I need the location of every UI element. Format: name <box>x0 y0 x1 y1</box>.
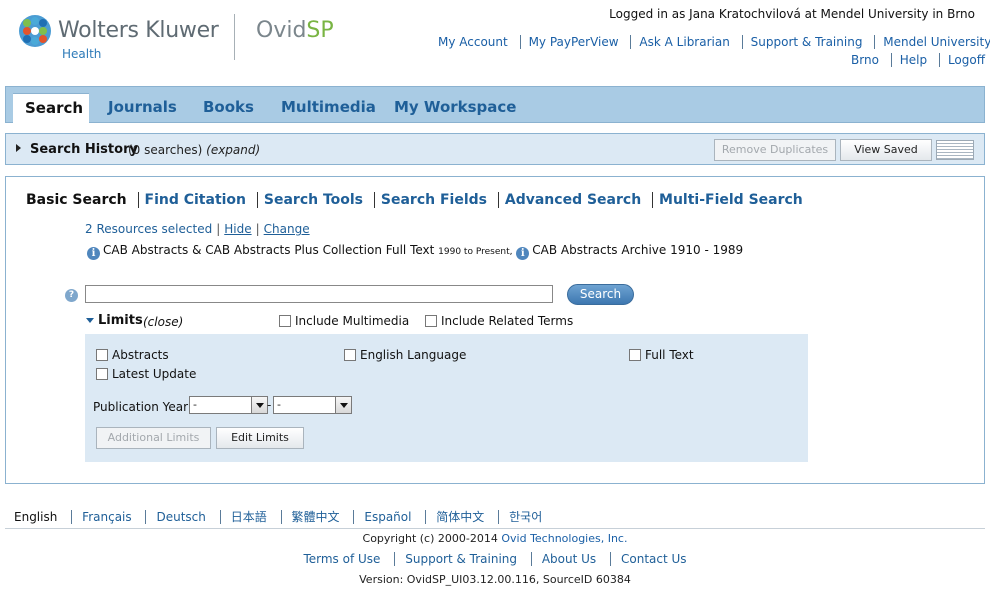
multi-field-search-link[interactable]: Multi-Field Search <box>652 192 809 208</box>
tab-multimedia[interactable]: Multimedia <box>269 93 388 124</box>
limits-panel: Abstracts English Language Full Text Lat… <box>85 334 808 462</box>
checkbox-icon[interactable] <box>344 349 356 361</box>
search-button[interactable]: Search <box>567 284 634 305</box>
advanced-search-link[interactable]: Advanced Search <box>497 192 648 208</box>
lang-english[interactable]: English <box>6 510 67 524</box>
dropdown-arrow-icon[interactable] <box>335 397 351 413</box>
main-tab-bar: Search Journals Books Multimedia My Work… <box>5 86 985 124</box>
view-saved-button[interactable]: View Saved <box>840 139 932 161</box>
hide-resources-link[interactable]: Hide <box>224 222 251 236</box>
abstracts-checkbox[interactable]: Abstracts <box>96 348 169 362</box>
publication-year-label: Publication Year <box>93 400 189 414</box>
full-text-checkbox[interactable]: Full Text <box>629 348 694 362</box>
search-history-count: (0 searches) (expand) <box>128 143 261 157</box>
checkbox-icon[interactable] <box>425 315 437 327</box>
lang-spanish[interactable]: Español <box>353 510 422 524</box>
info-icon[interactable]: i <box>516 247 530 260</box>
tab-journals[interactable]: Journals <box>96 93 189 124</box>
search-history-title[interactable]: Search History <box>30 142 138 157</box>
lang-traditional-chinese[interactable]: 繁體中文 <box>280 510 350 524</box>
support-training-link[interactable]: Support & Training <box>741 35 871 49</box>
about-us-link[interactable]: About Us <box>530 552 607 566</box>
dropdown-arrow-icon[interactable] <box>251 397 267 413</box>
lang-french[interactable]: Français <box>71 510 142 524</box>
wolters-kluwer-ovid-logo: Wolters Kluwer Health OvidSP <box>18 14 338 64</box>
top-links: My Account My PayPerView Ask A Librarian… <box>430 33 990 69</box>
basic-search-panel: Basic Search Find Citation Search Tools … <box>5 176 985 484</box>
my-payperview-link[interactable]: My PayPerView <box>519 35 627 49</box>
publication-year-to-select[interactable]: - <box>273 396 352 414</box>
brand-name: Wolters Kluwer <box>58 18 219 43</box>
remove-duplicates-button[interactable]: Remove Duplicates <box>714 139 836 161</box>
edit-limits-button[interactable]: Edit Limits <box>216 427 304 449</box>
panel-resize-grip-icon[interactable] <box>936 140 974 160</box>
expand-link[interactable]: (expand) <box>206 143 260 157</box>
logged-in-text: Logged in as Jana Kratochvilová at Mende… <box>609 7 975 21</box>
language-selector: English Français Deutsch 日本語 繁體中文 Españo… <box>6 508 553 525</box>
include-related-terms-checkbox[interactable]: Include Related Terms <box>425 314 573 328</box>
footer-divider <box>5 528 985 529</box>
limits-title[interactable]: Limits <box>98 313 143 328</box>
version-text: Version: OvidSP_UI03.12.00.116, SourceID… <box>359 573 631 586</box>
tab-my-workspace[interactable]: My Workspace <box>382 93 528 124</box>
search-input[interactable] <box>85 285 553 303</box>
tab-books[interactable]: Books <box>191 93 266 124</box>
lang-korean[interactable]: 한국어 <box>498 510 553 524</box>
product-name: OvidSP <box>256 18 334 43</box>
database-2-name: CAB Abstracts Archive 1910 - 1989 <box>532 243 744 257</box>
logoff-link[interactable]: Logoff <box>938 53 985 67</box>
checkbox-icon[interactable] <box>279 315 291 327</box>
checkbox-icon[interactable] <box>629 349 641 361</box>
contact-us-link[interactable]: Contact Us <box>610 552 697 566</box>
search-fields-link[interactable]: Search Fields <box>373 192 493 208</box>
help-link[interactable]: Help <box>890 53 936 67</box>
logo-divider <box>234 14 235 60</box>
database-1-name: CAB Abstracts & CAB Abstracts Plus Colle… <box>103 243 435 257</box>
lang-german[interactable]: Deutsch <box>145 510 216 524</box>
info-icon[interactable]: i <box>87 247 100 260</box>
expand-arrow-icon[interactable] <box>16 144 21 152</box>
database-1-range: 1990 to Present, <box>438 247 513 257</box>
include-multimedia-checkbox[interactable]: Include Multimedia <box>279 314 409 328</box>
brand-sub: Health <box>62 47 102 61</box>
checkbox-icon[interactable] <box>96 349 108 361</box>
basic-search-link[interactable]: Basic Search <box>26 192 133 208</box>
change-resources-link[interactable]: Change <box>264 222 310 236</box>
search-mode-nav: Basic Search Find Citation Search Tools … <box>26 192 809 208</box>
ask-librarian-link[interactable]: Ask A Librarian <box>630 35 738 49</box>
additional-limits-button[interactable]: Additional Limits <box>96 427 211 449</box>
institution-link[interactable]: Mendel University in <box>874 35 990 49</box>
year-range-dash: - <box>267 398 272 412</box>
copyright: Copyright (c) 2000-2014 Ovid Technologie… <box>362 532 628 545</box>
checkbox-icon[interactable] <box>96 368 108 380</box>
search-tools-link[interactable]: Search Tools <box>256 192 370 208</box>
wk-logo-icon <box>19 15 51 47</box>
database-list: i CAB Abstracts & CAB Abstracts Plus Coll… <box>87 243 743 260</box>
search-history-bar[interactable]: Search History (0 searches) (expand) Rem… <box>5 133 985 165</box>
help-icon[interactable]: ? <box>65 289 78 302</box>
find-citation-link[interactable]: Find Citation <box>137 192 253 208</box>
lang-japanese[interactable]: 日本語 <box>219 510 277 524</box>
resources-count: 2 Resources selected <box>85 222 213 236</box>
resources-selected: 2 Resources selected | Hide | Change <box>85 222 310 236</box>
english-language-checkbox[interactable]: English Language <box>344 348 466 362</box>
limits-close-link[interactable]: (close) <box>143 315 183 329</box>
terms-of-use-link[interactable]: Terms of Use <box>293 552 390 566</box>
lang-simplified-chinese[interactable]: 简体中文 <box>425 510 495 524</box>
footer-links: Terms of Use Support & Training About Us… <box>0 552 990 566</box>
footer-support-training-link[interactable]: Support & Training <box>394 552 528 566</box>
latest-update-checkbox[interactable]: Latest Update <box>96 367 196 381</box>
institution-link-cont[interactable]: Brno <box>843 53 887 67</box>
collapse-arrow-icon[interactable] <box>86 318 94 323</box>
tab-search[interactable]: Search <box>13 93 89 124</box>
my-account-link[interactable]: My Account <box>430 35 516 49</box>
publication-year-from-select[interactable]: - <box>189 396 268 414</box>
ovid-technologies-link[interactable]: Ovid Technologies, Inc. <box>501 532 627 545</box>
